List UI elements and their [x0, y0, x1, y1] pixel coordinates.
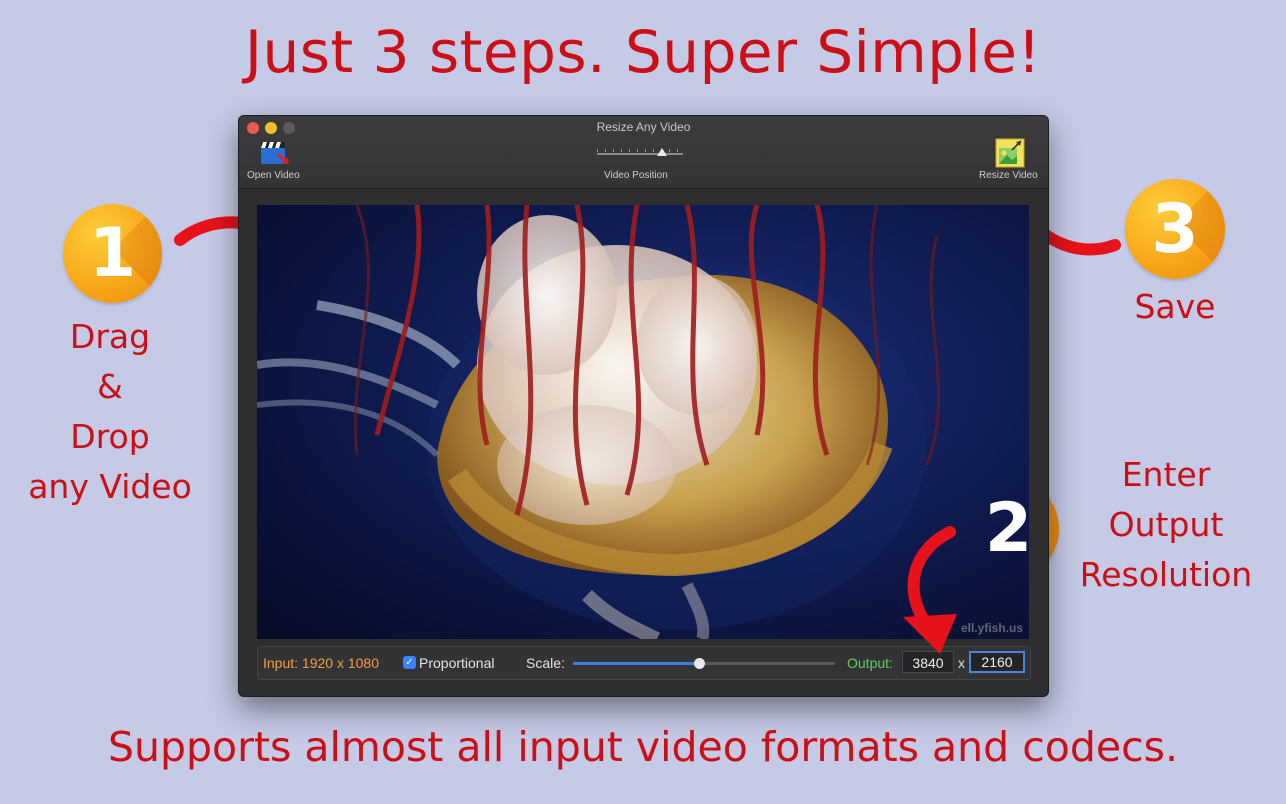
step-2-line: Resolution [1079, 555, 1253, 594]
step-2-number: 2 [984, 489, 1033, 568]
step-2-caption: Enter Output Resolution [1068, 450, 1264, 600]
scale-label: Scale: [526, 655, 565, 671]
step-3-badge: 3 [1125, 179, 1225, 279]
input-resolution-text: Input: 1920 x 1080 [263, 655, 379, 671]
step-1-badge: 1 [63, 204, 162, 303]
step-1-line: & [97, 367, 123, 406]
titlebar: Resize Any Video Open Video Video Positi… [239, 116, 1048, 189]
open-video-label: Open Video [247, 170, 300, 181]
step-1-caption: Drag & Drop any Video [10, 312, 210, 512]
proportional-label: Proportional [419, 655, 495, 671]
scale-slider[interactable] [573, 658, 835, 669]
output-label: Output: [847, 655, 893, 671]
step-1-line: any Video [28, 467, 192, 506]
step-2-line: Enter [1121, 455, 1211, 494]
footer-text: Supports almost all input video formats … [107, 723, 1179, 771]
position-ticks [597, 149, 683, 152]
step-2-badge: 2 [958, 478, 1059, 579]
scale-slider-thumb[interactable] [693, 658, 705, 669]
proportional-checkbox[interactable]: ✓ [403, 656, 416, 669]
step-1-line: Drop [70, 417, 150, 456]
position-track [597, 153, 683, 155]
position-thumb[interactable] [656, 148, 667, 156]
scale-slider-fill [573, 662, 699, 665]
headline: Just 3 steps. Super Simple! [244, 18, 1042, 86]
resize-image-icon [995, 138, 1025, 168]
step-3-line: Save [1134, 287, 1216, 326]
step-1-number: 1 [88, 214, 137, 293]
resize-video-label: Resize Video [979, 170, 1038, 181]
window-title: Resize Any Video [596, 120, 691, 134]
step-3-number: 3 [1151, 189, 1199, 269]
step-1-line: Drag [69, 317, 151, 356]
clapperboard-icon [261, 142, 289, 164]
step-3-caption: Save [1095, 282, 1255, 332]
step-2-line: Output [1108, 505, 1224, 544]
video-position-label: Video Position [604, 170, 668, 181]
